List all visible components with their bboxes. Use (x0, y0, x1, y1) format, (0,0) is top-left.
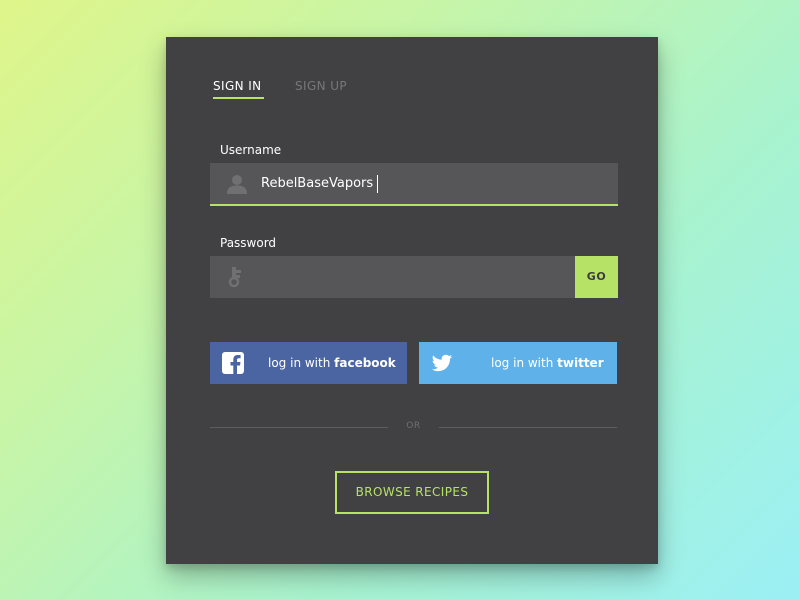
username-field[interactable]: RebelBaseVapors (210, 163, 618, 206)
user-icon (227, 175, 247, 194)
active-tab-indicator (213, 97, 264, 99)
facebook-icon (222, 352, 244, 374)
tab-sign-in[interactable]: SIGN IN (213, 79, 264, 99)
password-label: Password (220, 236, 277, 250)
password-input[interactable] (260, 256, 574, 300)
twitter-login-button[interactable]: log in with twitter (419, 342, 617, 384)
twitter-login-prefix: log in with (491, 356, 558, 370)
login-card: SIGN IN SIGN UP Username RebelBaseVapors… (166, 37, 658, 564)
tab-sign-up[interactable]: SIGN UP (295, 79, 347, 93)
browse-recipes-button[interactable]: BROWSE RECIPES (335, 471, 489, 514)
facebook-login-prefix: log in with (268, 356, 335, 370)
twitter-icon (431, 354, 453, 372)
username-value: RebelBaseVapors (261, 175, 379, 193)
go-button[interactable]: GO (575, 256, 618, 298)
twitter-login-label: log in with twitter (491, 342, 604, 384)
divider-line-left (210, 427, 388, 428)
twitter-brand-text: twitter (557, 356, 604, 370)
facebook-login-button[interactable]: log in with facebook (210, 342, 407, 384)
username-label: Username (220, 143, 282, 157)
or-divider-text: OR (406, 421, 421, 431)
password-field: GO (210, 256, 618, 300)
divider-line-right (439, 427, 617, 428)
facebook-login-label: log in with facebook (268, 342, 396, 384)
key-icon (228, 267, 241, 288)
tab-sign-up-label: SIGN UP (295, 79, 348, 93)
tab-sign-in-label: SIGN IN (213, 79, 262, 93)
facebook-brand-text: facebook (334, 356, 396, 370)
